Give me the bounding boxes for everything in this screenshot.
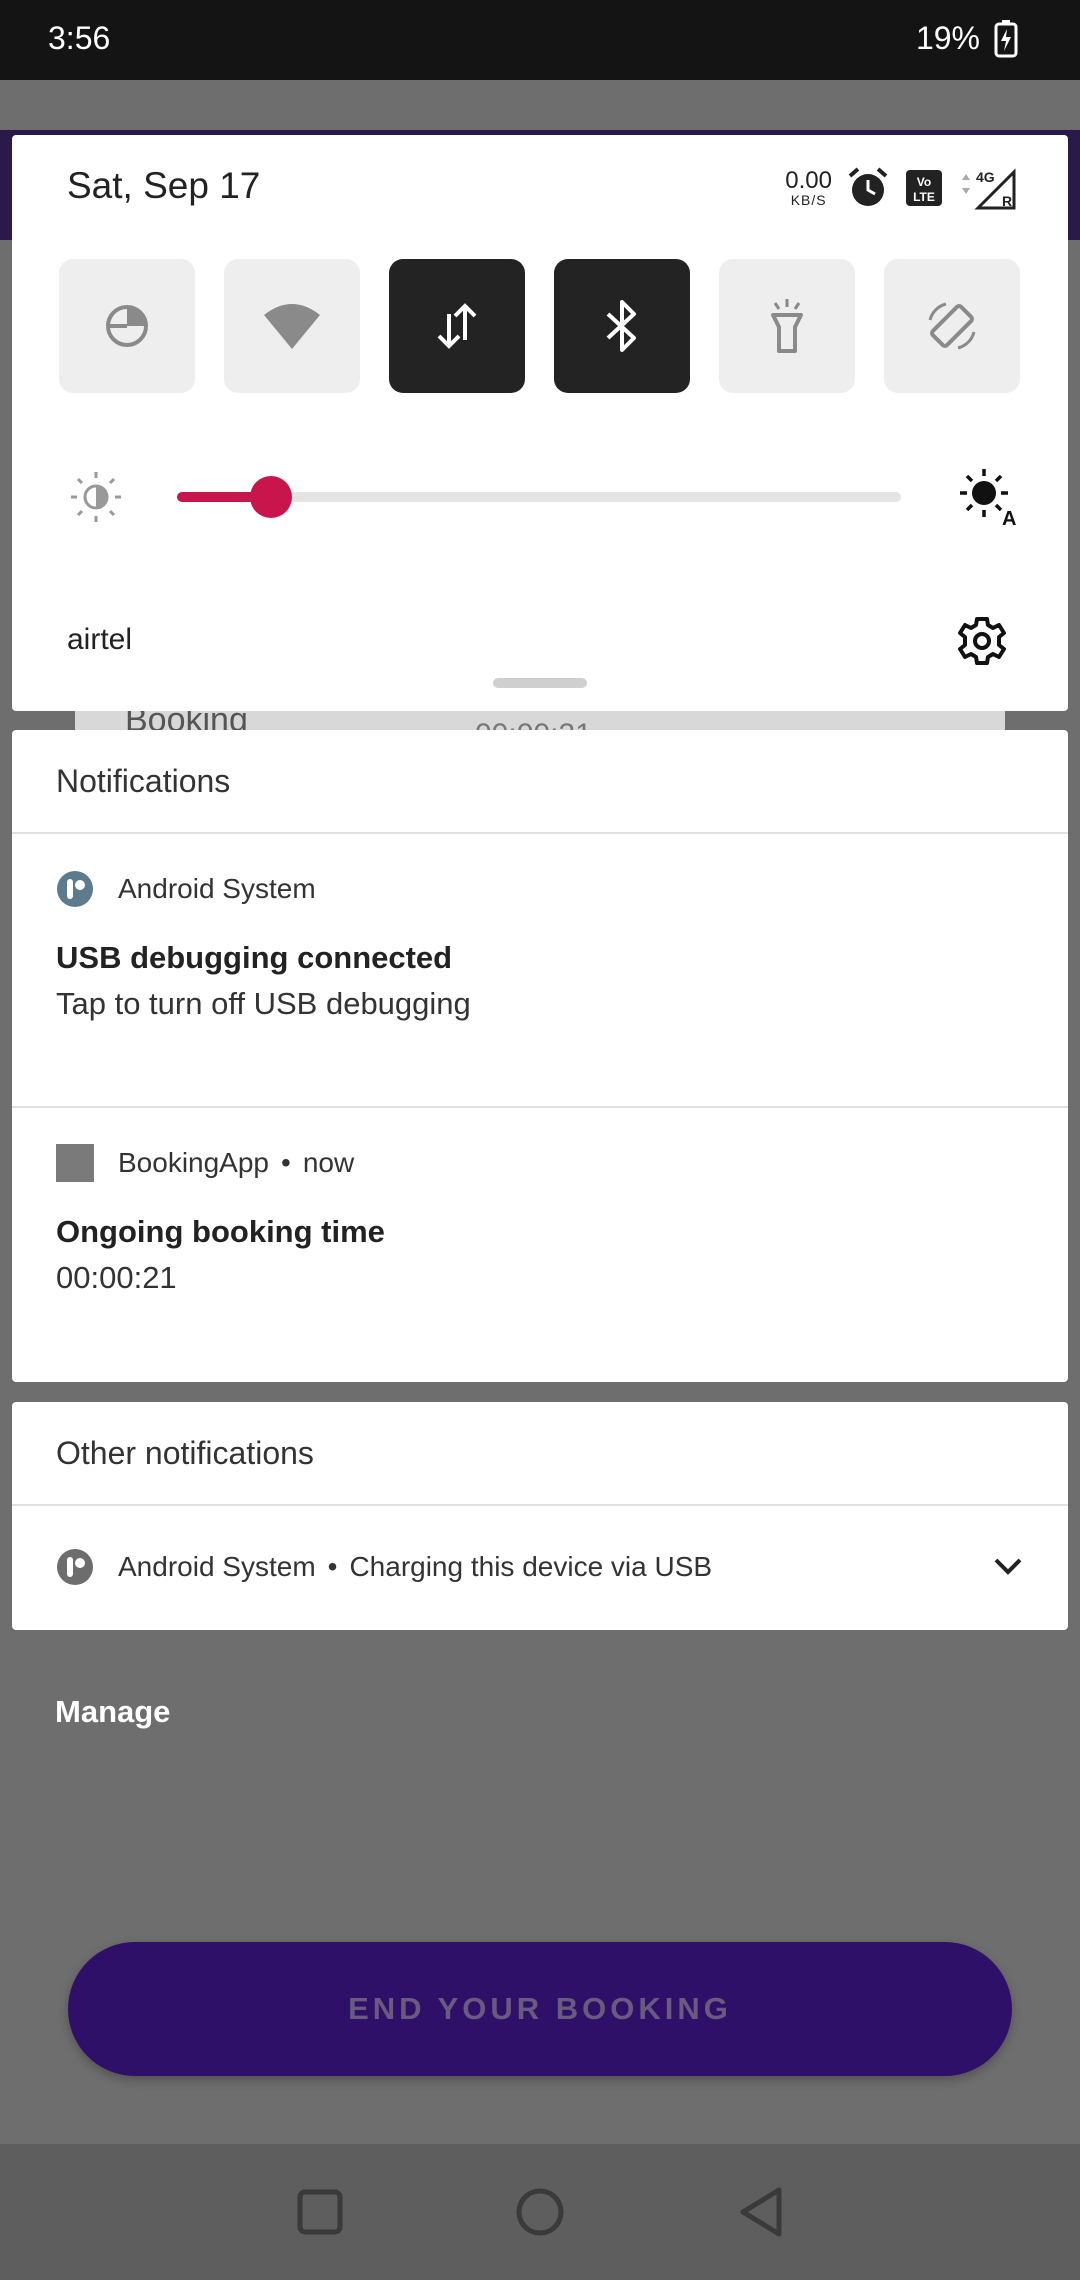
other-notifications-card: Other notifications Android System • Cha… <box>12 1402 1068 1630</box>
qs-status-icons: 0.00 KB/S Vo LTE 4G R <box>785 163 1018 213</box>
brightness-row: A <box>12 465 1068 529</box>
notifications-section-title: Notifications <box>12 730 1068 834</box>
status-time: 3:56 <box>48 20 111 56</box>
notification-time: now <box>302 1147 355 1178</box>
notification-header: BookingApp • now <box>56 1128 1068 1198</box>
notification-header: Android System • Charging this device vi… <box>56 1506 1068 1628</box>
notification-header: Android System <box>56 854 1068 924</box>
brightness-low-icon <box>71 472 121 522</box>
svg-text:Vo: Vo <box>917 175 931 189</box>
tile-auto-rotate[interactable] <box>884 259 1020 393</box>
notification-text: Tap to turn off USB debugging <box>56 986 471 1021</box>
settings-gear-icon[interactable] <box>952 611 1012 671</box>
alarm-icon <box>848 167 888 206</box>
android-system-icon <box>56 870 94 908</box>
qs-date: Sat, Sep 17 <box>67 165 261 206</box>
notification-booking[interactable]: BookingApp • now Ongoing booking time 00… <box>12 1108 1068 1382</box>
network-speed: 0.00 KB/S <box>785 167 832 208</box>
status-bar: 3:56 19% <box>0 0 1080 80</box>
svg-text:A: A <box>1002 508 1016 529</box>
back-button[interactable] <box>730 2182 790 2242</box>
quick-settings-panel: Sat, Sep 17 0.00 KB/S Vo LTE 4G R A airt… <box>12 135 1068 711</box>
battery-charging-icon <box>994 20 1018 58</box>
home-icon <box>516 2188 564 2236</box>
navigation-bar <box>0 2144 1080 2280</box>
separator-dot: • <box>281 1147 291 1178</box>
svg-text:LTE: LTE <box>913 190 935 204</box>
notification-app-name: Android System <box>118 1551 316 1582</box>
carrier-name: airtel <box>67 623 133 656</box>
battery-percentage: 19% <box>915 20 980 56</box>
notification-app-name: Android System <box>118 873 316 904</box>
svg-text:R: R <box>1002 193 1012 209</box>
manage-notifications-button[interactable]: Manage <box>55 1694 170 1730</box>
tile-data-saver[interactable] <box>59 259 195 393</box>
notification-title: USB debugging connected <box>56 940 453 975</box>
bookingapp-icon <box>56 1144 94 1182</box>
mobile-data-icon <box>437 303 477 349</box>
android-system-icon <box>56 1548 94 1586</box>
brightness-thumb[interactable] <box>250 476 292 518</box>
recents-icon <box>297 2189 343 2235</box>
tile-mobile-data[interactable] <box>389 259 525 393</box>
brightness-auto-icon[interactable]: A <box>956 465 1020 529</box>
auto-rotate-icon <box>928 302 976 350</box>
network-speed-value: 0.00 <box>785 167 832 194</box>
notification-text: 00:00:21 <box>56 1260 177 1295</box>
notification-title: Ongoing booking time <box>56 1214 385 1249</box>
flashlight-icon <box>771 299 803 353</box>
bluetooth-icon <box>606 300 636 352</box>
home-button[interactable] <box>510 2182 570 2242</box>
brightness-slider[interactable] <box>177 476 901 518</box>
tile-flashlight[interactable] <box>719 259 855 393</box>
notification-app-name: BookingApp <box>118 1147 270 1178</box>
tile-bluetooth[interactable] <box>554 259 690 393</box>
recents-button[interactable] <box>290 2182 350 2242</box>
end-booking-button[interactable]: END YOUR BOOKING <box>68 1942 1012 2076</box>
tile-wifi[interactable] <box>224 259 360 393</box>
notification-charging[interactable]: Android System • Charging this device vi… <box>12 1506 1068 1628</box>
notification-text: Charging this device via USB <box>349 1551 713 1582</box>
volte-icon: Vo LTE <box>906 170 942 206</box>
back-icon <box>740 2187 782 2237</box>
wifi-icon <box>264 304 320 349</box>
notifications-card: Notifications Android System USB debuggi… <box>12 730 1068 1382</box>
chevron-down-icon[interactable] <box>992 1554 1024 1578</box>
separator-dot: • <box>327 1551 338 1582</box>
svg-text:4G: 4G <box>976 169 995 185</box>
network-speed-unit: KB/S <box>790 192 827 208</box>
data-saver-icon <box>106 305 148 347</box>
other-notifications-section-title: Other notifications <box>12 1402 1068 1506</box>
qs-drag-handle[interactable] <box>493 678 587 688</box>
notification-usb-debugging[interactable]: Android System USB debugging connected T… <box>12 834 1068 1106</box>
signal-4g-icon: 4G R <box>962 168 1016 210</box>
